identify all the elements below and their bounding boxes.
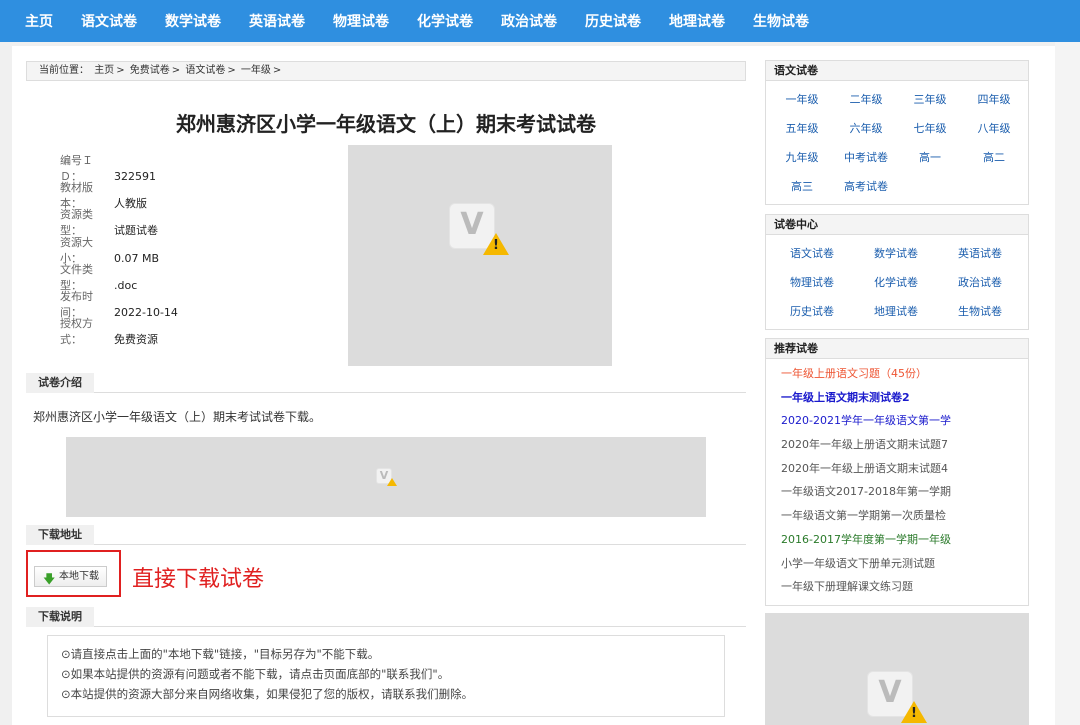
top-nav: 主页 语文试卷 数学试卷 英语试卷 物理试卷 化学试卷 政治试卷 历史试卷 地理… <box>0 0 1080 42</box>
page-margin <box>1055 42 1080 725</box>
banner-image: V <box>66 437 706 517</box>
grade-link[interactable]: 四年级 <box>962 85 1026 114</box>
notes-section-header: 下载说明 <box>26 607 746 627</box>
grade-link[interactable]: 九年级 <box>770 143 834 172</box>
meta-value: 免费资源 <box>114 333 158 346</box>
intro-section-header: 试卷介绍 <box>26 373 746 393</box>
subject-link[interactable]: 语文试卷 <box>770 239 854 268</box>
recommended-link[interactable]: 一年级语文第一学期第一次质量检 <box>766 504 1028 528</box>
subject-link[interactable]: 历史试卷 <box>770 297 854 326</box>
sidebar-heading: 试卷中心 <box>766 215 1028 235</box>
nav-chemistry[interactable]: 化学试卷 <box>417 11 473 31</box>
subject-link[interactable]: 生物试卷 <box>938 297 1022 326</box>
grade-link[interactable]: 三年级 <box>898 85 962 114</box>
broken-image-icon: V ! <box>449 203 509 257</box>
nav-physics[interactable]: 物理试卷 <box>333 11 389 31</box>
notes-tab: 下载说明 <box>26 607 94 627</box>
grade-link[interactable]: 中考试卷 <box>834 143 898 172</box>
breadcrumb-separator: > <box>116 65 125 76</box>
breadcrumb-chinese[interactable]: 语文试卷 <box>185 65 225 76</box>
breadcrumb-grade1[interactable]: 一年级 <box>241 65 271 76</box>
breadcrumb-separator: > <box>171 65 181 76</box>
subject-link[interactable]: 地理试卷 <box>854 297 938 326</box>
preview-image: V ! <box>348 145 612 366</box>
grade-link[interactable]: 二年级 <box>834 85 898 114</box>
download-button-label: 本地下载 <box>59 571 99 582</box>
intro-tab: 试卷介绍 <box>26 373 94 393</box>
grade-link[interactable]: 五年级 <box>770 114 834 143</box>
recommended-link[interactable]: 2016-2017学年度第一学期一年级 <box>766 528 1028 552</box>
sidebar-chinese-papers: 语文试卷 一年级 二年级 三年级 四年级 五年级 六年级 七年级 八年级 九年级… <box>765 60 1029 205</box>
download-tab: 下载地址 <box>26 525 94 545</box>
subject-link[interactable]: 物理试卷 <box>770 268 854 297</box>
download-notes: ⊙请直接点击上面的"本地下载"链接，"目标另存为"不能下载。 ⊙如果本站提供的资… <box>47 635 725 717</box>
breadcrumb-separator: > <box>227 65 236 76</box>
nav-history[interactable]: 历史试卷 <box>585 11 641 31</box>
local-download-button[interactable]: 🡇 本地下载 <box>34 566 107 587</box>
recommended-link[interactable]: 一年级上册语文习题（45份） <box>766 362 1028 386</box>
recommended-link[interactable]: 一年级上语文期末测试卷2 <box>766 386 1028 410</box>
breadcrumb: 当前位置： 主页 > 免费试卷 > 语文试卷 > 一年级 > <box>26 61 746 81</box>
sidebar-recommended: 推荐试卷 一年级上册语文习题（45份） 一年级上语文期末测试卷2 2020-20… <box>765 338 1029 606</box>
nav-politics[interactable]: 政治试卷 <box>501 11 557 31</box>
nav-home[interactable]: 主页 <box>25 11 53 31</box>
subject-link[interactable]: 数学试卷 <box>854 239 938 268</box>
recommended-link[interactable]: 一年级语文2017-2018年第一学期 <box>766 480 1028 504</box>
breadcrumb-label: 当前位置： <box>39 65 89 76</box>
broken-image-icon: V <box>376 468 398 488</box>
grade-link[interactable]: 六年级 <box>834 114 898 143</box>
recommended-link[interactable]: 2020年一年级上册语文期末试题4 <box>766 457 1028 481</box>
subject-link[interactable]: 化学试卷 <box>854 268 938 297</box>
note-line: ⊙如果本站提供的资源有问题或者不能下载，请点击页面底部的"联系我们"。 <box>61 667 450 681</box>
nav-biology[interactable]: 生物试卷 <box>753 11 809 31</box>
meta-row: 授权方式： 免费资源 <box>60 315 158 347</box>
subject-link[interactable]: 政治试卷 <box>938 268 1022 297</box>
sidebar-ad-image: V ! <box>765 613 1029 725</box>
annotation-text: 直接下载试卷 <box>132 567 265 592</box>
breadcrumb-free[interactable]: 免费试卷 <box>130 65 170 76</box>
recommended-link[interactable]: 2020年一年级上册语文期末试题7 <box>766 433 1028 457</box>
download-arrow-icon: 🡇 <box>43 572 56 586</box>
note-line: ⊙请直接点击上面的"本地下载"链接，"目标另存为"不能下载。 <box>61 647 380 661</box>
grade-link[interactable]: 高一 <box>898 143 962 172</box>
nav-chinese[interactable]: 语文试卷 <box>81 11 137 31</box>
grade-link[interactable]: 高二 <box>962 143 1026 172</box>
grade-link[interactable]: 七年级 <box>898 114 962 143</box>
grade-link[interactable]: 一年级 <box>770 85 834 114</box>
download-section-header: 下载地址 <box>26 525 746 545</box>
page-title: 郑州惠济区小学一年级语文（上）期末考试试卷 <box>176 112 596 136</box>
broken-image-icon: V ! <box>867 671 927 725</box>
meta-label: 授权方式： <box>60 317 93 346</box>
nav-english[interactable]: 英语试卷 <box>249 11 305 31</box>
recommended-link[interactable]: 2020-2021学年一年级语文第一学 <box>766 409 1028 433</box>
nav-geography[interactable]: 地理试卷 <box>669 11 725 31</box>
nav-math[interactable]: 数学试卷 <box>165 11 221 31</box>
grade-link[interactable]: 八年级 <box>962 114 1026 143</box>
sidebar-paper-center: 试卷中心 语文试卷 数学试卷 英语试卷 物理试卷 化学试卷 政治试卷 历史试卷 … <box>765 214 1029 330</box>
recommended-link[interactable]: 一年级下册理解课文练习题 <box>766 575 1028 599</box>
note-line: ⊙本站提供的资源大部分来自网络收集，如果侵犯了您的版权，请联系我们删除。 <box>61 687 474 701</box>
sidebar-heading: 推荐试卷 <box>766 339 1028 359</box>
sidebar-heading: 语文试卷 <box>766 61 1028 81</box>
grade-link[interactable]: 高考试卷 <box>834 172 898 201</box>
breadcrumb-separator: > <box>272 65 282 76</box>
subject-link[interactable]: 英语试卷 <box>938 239 1022 268</box>
grade-link[interactable]: 高三 <box>770 172 834 201</box>
intro-text: 郑州惠济区小学一年级语文（上）期末考试试卷下载。 <box>33 410 322 424</box>
recommended-link[interactable]: 小学一年级语文下册单元测试题 <box>766 552 1028 576</box>
breadcrumb-home[interactable]: 主页 <box>94 65 114 76</box>
